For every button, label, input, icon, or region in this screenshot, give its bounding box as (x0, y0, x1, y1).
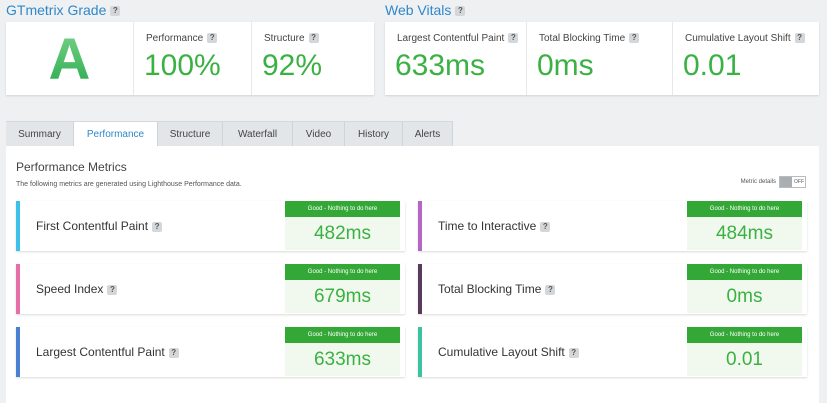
metric-label: First Contentful Paint? (36, 219, 163, 233)
metric-label: Time to Interactive? (438, 219, 551, 233)
panel-subtitle: The following metrics are generated usin… (16, 181, 242, 188)
help-icon[interactable]: ? (540, 221, 551, 232)
metric-value-box: 482ms (285, 217, 400, 250)
metric-card-cls: Cumulative Layout Shift? Good - Nothing … (418, 327, 807, 377)
metric-label: Cumulative Layout Shift? (438, 345, 579, 359)
metric-value: 482ms (313, 223, 372, 244)
lcp-label-text: Largest Contentful Paint (397, 33, 505, 44)
performance-label: Performance? (146, 33, 218, 44)
metric-status-badge: Good - Nothing to do here (285, 327, 400, 343)
tab-summary[interactable]: Summary (6, 121, 74, 146)
metric-card-fcp: First Contentful Paint? Good - Nothing t… (16, 201, 405, 251)
metric-status-badge: Good - Nothing to do here (285, 201, 400, 217)
web-vitals-card: Largest Contentful Paint? 633ms Total Bl… (385, 22, 819, 95)
metric-label-text: First Contentful Paint (36, 219, 149, 233)
help-icon[interactable]: ? (110, 6, 121, 17)
panel-title: Performance Metrics (16, 160, 127, 174)
performance-panel: Performance Metrics The following metric… (6, 146, 819, 403)
lcp-cell: Largest Contentful Paint? 633ms (385, 22, 527, 95)
cls-cell: Cumulative Layout Shift? 0.01 (673, 22, 819, 95)
metric-label-text: Cumulative Layout Shift (438, 345, 565, 359)
help-icon[interactable]: ? (629, 33, 640, 44)
metric-label: Largest Contentful Paint? (36, 345, 179, 359)
metric-value: 633ms (313, 349, 372, 370)
grade-letter-cell: A (6, 22, 134, 95)
cls-label: Cumulative Layout Shift? (685, 33, 805, 44)
metric-label-text: Total Blocking Time (438, 282, 542, 296)
gtmetrix-grade-heading: GTmetrix Grade? (6, 2, 121, 18)
tbt-cell: Total Blocking Time? 0ms (527, 22, 673, 95)
metric-card-tbt: Total Blocking Time? Good - Nothing to d… (418, 264, 807, 314)
metric-details-toggle[interactable]: OFF (779, 176, 806, 188)
gtmetrix-grade-title: GTmetrix Grade (6, 2, 107, 18)
help-icon[interactable]: ? (308, 33, 319, 44)
metric-label-text: Time to Interactive (438, 219, 537, 233)
cls-value: 0.01 (683, 49, 742, 82)
metric-label: Total Blocking Time? (438, 282, 556, 296)
report-tabs: Summary Performance Structure Waterfall … (6, 121, 453, 146)
help-icon[interactable]: ? (207, 33, 218, 44)
tab-alerts[interactable]: Alerts (403, 121, 453, 146)
help-icon[interactable]: ? (794, 33, 805, 44)
toggle-knob (780, 177, 792, 187)
metric-label-text: Speed Index (36, 282, 104, 296)
metric-card-tti: Time to Interactive? Good - Nothing to d… (418, 201, 807, 251)
web-vitals-title: Web Vitals (385, 2, 452, 18)
tab-video[interactable]: Video (293, 121, 345, 146)
structure-label: Structure? (264, 33, 319, 44)
metric-status-badge: Good - Nothing to do here (687, 327, 802, 343)
help-icon[interactable]: ? (107, 284, 118, 295)
metric-value-box: 0.01 (687, 343, 802, 376)
metric-value-box: 484ms (687, 217, 802, 250)
grade-card: A Performance? 100% Structure? 92% (6, 22, 374, 95)
metric-value: 0ms (726, 286, 763, 307)
web-vitals-heading: Web Vitals? (385, 2, 466, 18)
tbt-label: Total Blocking Time? (539, 33, 640, 44)
lcp-value: 633ms (395, 49, 486, 82)
metric-status-badge: Good - Nothing to do here (687, 201, 802, 217)
help-icon[interactable]: ? (545, 284, 556, 295)
help-icon[interactable]: ? (152, 221, 163, 232)
grade-letter: A (6, 26, 133, 94)
metric-value-box: 633ms (285, 343, 400, 376)
help-icon[interactable]: ? (455, 6, 466, 17)
metric-label-text: Largest Contentful Paint (36, 345, 165, 359)
metric-status-badge: Good - Nothing to do here (285, 264, 400, 280)
lcp-label: Largest Contentful Paint? (397, 33, 519, 44)
help-icon[interactable]: ? (168, 347, 179, 358)
metric-value-box: 679ms (285, 280, 400, 313)
metric-value: 679ms (313, 286, 372, 307)
help-icon[interactable]: ? (568, 347, 579, 358)
metric-label: Speed Index? (36, 282, 118, 296)
performance-label-text: Performance (146, 33, 204, 44)
metric-value: 484ms (715, 223, 774, 244)
structure-score-cell: Structure? 92% (252, 22, 374, 95)
performance-score-cell: Performance? 100% (134, 22, 252, 95)
metric-card-lcp: Largest Contentful Paint? Good - Nothing… (16, 327, 405, 377)
metric-card-speed-index: Speed Index? Good - Nothing to do here 6… (16, 264, 405, 314)
metric-details-toggle-group: Metric details OFF (741, 176, 806, 188)
tbt-label-text: Total Blocking Time (539, 33, 626, 44)
metric-value: 0.01 (726, 349, 763, 370)
tbt-value: 0ms (537, 49, 594, 82)
help-icon[interactable]: ? (508, 33, 519, 44)
toggle-state: OFF (794, 179, 804, 185)
tab-performance[interactable]: Performance (74, 121, 158, 146)
tab-history[interactable]: History (345, 121, 403, 146)
structure-label-text: Structure (264, 33, 305, 44)
metric-value-box: 0ms (687, 280, 802, 313)
structure-value: 92% (262, 49, 323, 82)
metric-details-label: Metric details (740, 179, 776, 185)
metric-status-badge: Good - Nothing to do here (687, 264, 802, 280)
performance-value: 100% (144, 49, 221, 82)
tab-waterfall[interactable]: Waterfall (223, 121, 293, 146)
tab-structure[interactable]: Structure (158, 121, 223, 146)
cls-label-text: Cumulative Layout Shift (685, 33, 791, 44)
